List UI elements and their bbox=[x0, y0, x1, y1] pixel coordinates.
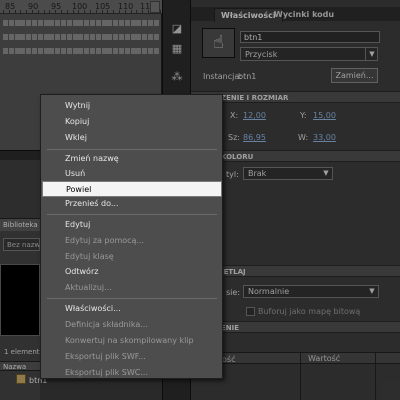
menu-item-duplicate[interactable]: Powiel bbox=[42, 181, 222, 197]
menu-item-cut[interactable]: Wytnij bbox=[42, 98, 222, 114]
menu-item-export-swf[interactable]: Eksportuj plik SWF... bbox=[42, 349, 222, 365]
menu-item-delete[interactable]: Usuń bbox=[42, 166, 222, 182]
menu-item-paste[interactable]: Wklej bbox=[42, 130, 222, 146]
menu-separator bbox=[47, 298, 217, 299]
menu-item-edit-class[interactable]: Edytuj klasę bbox=[42, 249, 222, 265]
menu-item-play[interactable]: Odtwórz bbox=[42, 264, 222, 280]
menu-item-update[interactable]: Aktualizuj... bbox=[42, 280, 222, 296]
menu-item-convert-compiled-clip[interactable]: Konwertuj na skompilowany klip bbox=[42, 333, 222, 349]
menu-separator bbox=[47, 149, 217, 150]
menu-item-rename[interactable]: Zmień nazwę bbox=[42, 151, 222, 167]
menu-item-component-definition[interactable]: Definicja składnika... bbox=[42, 317, 222, 333]
menu-item-move-to[interactable]: Przenieś do... bbox=[42, 196, 222, 212]
menu-item-edit-with[interactable]: Edytuj za pomocą... bbox=[42, 233, 222, 249]
menu-item-export-swc[interactable]: Eksportuj plik SWC... bbox=[42, 365, 222, 381]
menu-separator bbox=[47, 214, 217, 215]
context-menu: Wytnij Kopiuj Wklej Zmień nazwę Usuń Pow… bbox=[40, 94, 223, 379]
menu-item-edit[interactable]: Edytuj bbox=[42, 217, 222, 233]
menu-item-properties[interactable]: Właściwości... bbox=[42, 301, 222, 317]
menu-item-copy[interactable]: Kopiuj bbox=[42, 114, 222, 130]
